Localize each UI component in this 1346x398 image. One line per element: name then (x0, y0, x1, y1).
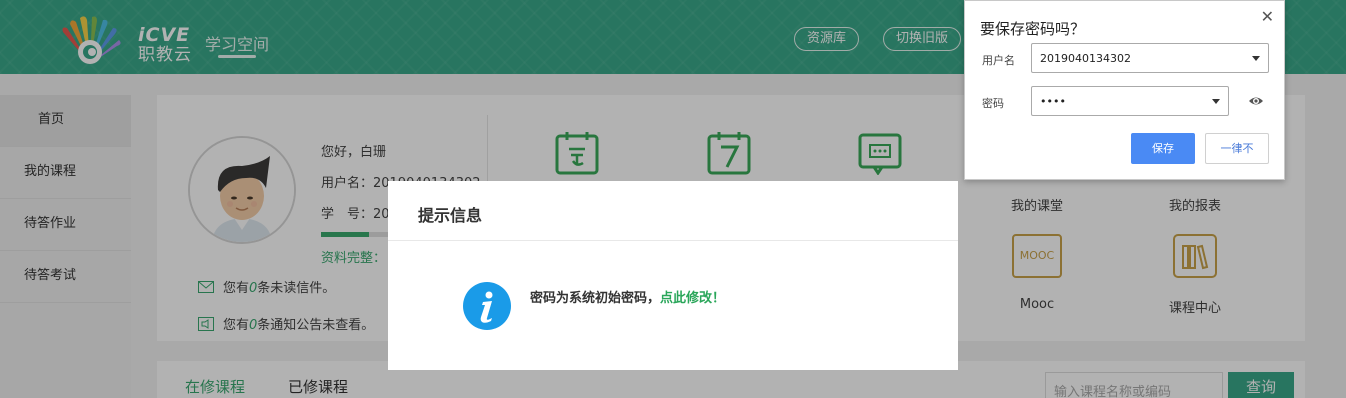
save-password-button[interactable]: 保存 (1131, 133, 1195, 164)
chevron-down-icon (1212, 99, 1220, 104)
never-save-button[interactable]: 一律不 (1205, 133, 1269, 164)
password-value: •••• (1040, 95, 1066, 108)
close-icon[interactable]: ✕ (1261, 7, 1274, 26)
info-glyph (480, 291, 493, 323)
username-select[interactable]: 2019040134302 (1031, 43, 1269, 73)
dialog-title: 提示信息 (418, 206, 483, 225)
save-password-popup: 要保存密码吗？ ✕ 用户名 2019040134302 密码 •••• 保存 一… (964, 0, 1285, 180)
change-password-link[interactable]: 点此修改！ (660, 291, 725, 306)
eye-icon[interactable] (1248, 93, 1264, 109)
chevron-down-icon (1252, 56, 1260, 61)
dialog-message: 密码为系统初始密码，点此修改！ (530, 287, 725, 306)
username-label: 用户名 (982, 54, 1015, 67)
password-select[interactable]: •••• (1031, 86, 1229, 116)
info-dialog: 提示信息 密码为系统初始密码，点此修改！ (388, 181, 958, 370)
dialog-separator (388, 240, 958, 241)
dialog-message-text: 密码为系统初始密码， (530, 291, 661, 306)
username-value: 2019040134302 (1040, 52, 1131, 65)
password-label: 密码 (982, 97, 1004, 110)
save-password-heading: 要保存密码吗？ (980, 20, 1086, 38)
info-icon (463, 282, 511, 330)
